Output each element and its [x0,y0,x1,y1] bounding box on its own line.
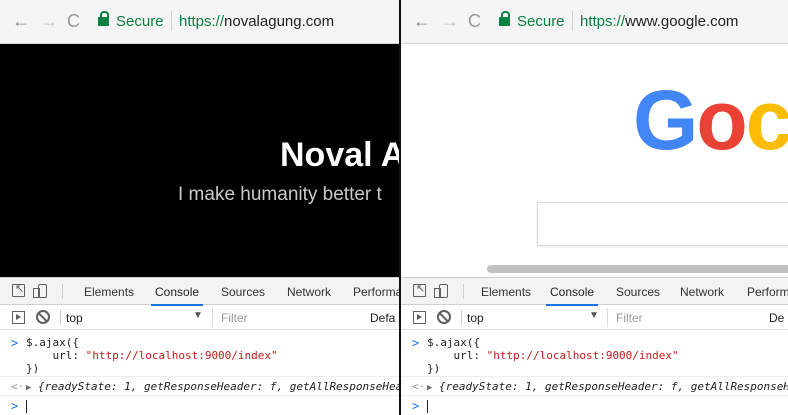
tab-elements[interactable]: Elements [481,285,531,299]
input-prompt-icon: > [11,399,19,413]
hero-title: Noval A [280,136,399,174]
search-input[interactable] [537,202,788,246]
code-string: "http://localhost:9000/index" [486,349,679,362]
code-key: url: [26,349,86,362]
console-output: > $.ajax({ url: "http://localhost:9000/i… [0,332,399,415]
code-string: "http://localhost:9000/index" [85,349,278,362]
response-prompt-icon: <· [412,380,426,393]
response-object: {readyState: 1, getResponseHeader: f, ge… [439,380,788,393]
tab-network[interactable]: Network [287,285,331,299]
console-response[interactable]: ▶ {readyState: 1, getResponseHeader: f, … [427,380,788,393]
tabbar-divider [463,284,464,299]
toolbar-divider [461,310,462,325]
lock-icon [499,11,510,26]
devtools-panel: Elements Console Sources Network Perform… [0,277,399,415]
devtools-tabbar: Elements Console Sources Network Perform [401,278,788,306]
row-divider [401,395,788,396]
inspect-element-icon[interactable] [12,282,25,297]
tab-performance[interactable]: Performa [353,285,399,299]
left-browser-window: ← → C Secure https://novalagung.com Nova… [0,0,399,415]
address-bar: ← → C Secure https://novalagung.com [0,0,399,44]
url-field[interactable]: https://novalagung.com [179,13,334,30]
address-bar: ← → C Secure https://www.google.com [401,0,788,44]
url-host: www.google.com [625,13,739,30]
toolbar-divider [60,310,61,325]
clear-console-icon[interactable] [437,310,451,324]
logo-letter: c [745,73,788,167]
console-input-line: }) [26,362,40,375]
console-input-line: }) [427,362,441,375]
row-divider [401,376,788,377]
chevron-down-icon[interactable]: ▼ [589,310,599,321]
page-viewport: Goc [401,44,788,277]
input-prompt-icon: > [412,399,420,413]
tab-sources[interactable]: Sources [221,285,265,299]
page-viewport: Noval A I make humanity better t [0,44,399,277]
tabbar-divider [62,284,63,299]
reload-button[interactable]: C [67,12,80,30]
log-level-selector[interactable]: Defa [370,311,395,325]
tab-console[interactable]: Console [150,285,204,306]
hero-subtitle: I make humanity better t [178,184,382,205]
console-input-line: $.ajax({ [427,336,480,349]
url-protocol: https:// [580,13,626,30]
device-toolbar-icon[interactable] [33,284,47,298]
device-toolbar-icon[interactable] [434,284,448,298]
context-selector[interactable]: top [467,311,484,325]
response-prompt-icon: <· [11,380,25,393]
row-divider [0,395,399,396]
console-output: > $.ajax({ url: "http://localhost:9000/i… [401,332,788,415]
horizontal-scrollbar[interactable] [487,265,788,273]
clear-console-icon[interactable] [36,310,50,324]
tab-elements[interactable]: Elements [84,285,134,299]
secure-label[interactable]: Secure [116,13,164,30]
chevron-down-icon[interactable]: ▼ [193,310,203,321]
console-input-caret[interactable] [26,400,27,413]
console-input-line: $.ajax({ [26,336,79,349]
tab-console[interactable]: Console [545,285,599,306]
forward-button[interactable]: → [40,12,58,30]
expand-arrow-icon[interactable]: ▶ [427,383,432,393]
console-toolbar: top ▼ De [401,306,788,330]
logo-letter: o [696,73,747,167]
devtools-panel: Elements Console Sources Network Perform… [401,277,788,415]
console-response[interactable]: ▶ {readyState: 1, getResponseHeader: f, … [26,380,399,393]
tab-network[interactable]: Network [680,285,724,299]
url-protocol: https:// [179,13,225,30]
google-logo: Goc [633,72,788,169]
filter-input[interactable] [607,308,737,327]
response-object: {readyState: 1, getResponseHeader: f, ge… [38,380,399,393]
console-input-line: url: "http://localhost:9000/index" [26,349,399,362]
address-divider [171,11,172,31]
tab-sources[interactable]: Sources [616,285,660,299]
expand-arrow-icon[interactable]: ▶ [26,383,31,393]
url-field[interactable]: https://www.google.com [580,13,738,30]
context-selector[interactable]: top [66,311,83,325]
console-input-line: url: "http://localhost:9000/index" [427,349,788,362]
input-prompt-icon: > [412,336,420,350]
row-divider [0,376,399,377]
sidebar-toggle-icon[interactable] [12,311,25,324]
code-key: url: [427,349,487,362]
back-button[interactable]: ← [413,12,431,30]
filter-input[interactable] [212,308,342,327]
console-toolbar: top ▼ Defa [0,306,399,330]
url-host: novalagung.com [224,13,335,30]
input-prompt-icon: > [11,336,19,350]
inspect-element-icon[interactable] [413,282,426,297]
logo-letter: G [633,73,698,167]
devtools-tabbar: Elements Console Sources Network Perform… [0,278,399,306]
console-input-caret[interactable] [427,400,428,413]
reload-button[interactable]: C [468,12,481,30]
lock-icon [98,11,109,26]
secure-label[interactable]: Secure [517,13,565,30]
right-browser-window: ← → C Secure https://www.google.com Goc … [401,0,788,415]
back-button[interactable]: ← [12,12,30,30]
forward-button[interactable]: → [441,12,459,30]
log-level-selector[interactable]: De [769,311,784,325]
sidebar-toggle-icon[interactable] [413,311,426,324]
tab-performance[interactable]: Perform [747,285,788,299]
address-divider [572,11,573,31]
